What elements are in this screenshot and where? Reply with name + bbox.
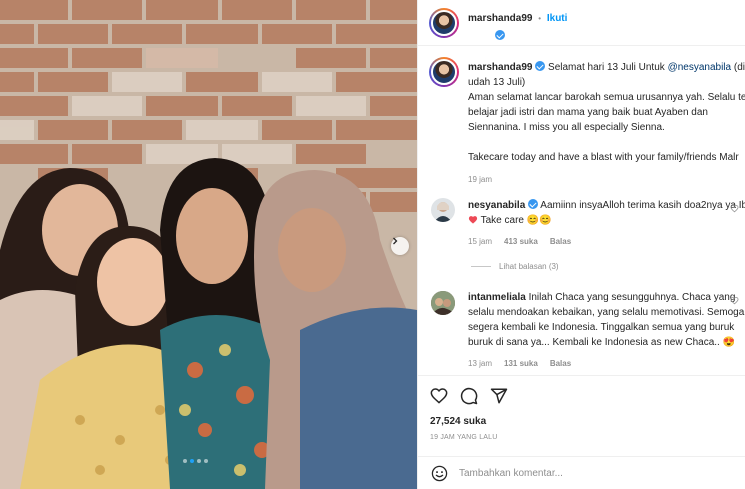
caption-line: udah 13 Juli) [468, 77, 526, 88]
comment-text: buruk di sana ya... Kembali ke Indonesia… [468, 337, 736, 348]
comment-item: intanmeliala Inilah Chaca yang sesungguh… [468, 290, 744, 368]
caption-username[interactable]: marshanda99 [468, 62, 532, 73]
group-photo [0, 0, 417, 489]
verified-badge-icon [528, 199, 539, 209]
reply-button[interactable]: Balas [550, 359, 571, 368]
post-header: marshanda99 • Ikuti [418, 0, 745, 46]
verified-badge-icon [495, 30, 505, 40]
comment-time: 15 jam [468, 237, 493, 246]
comment-likes[interactable]: 413 suka [504, 237, 538, 246]
emoji-icon[interactable] [431, 465, 448, 482]
comment-text: selalu mendoakan kebaikan, yang selalu m… [468, 307, 745, 318]
comment-icon[interactable] [460, 387, 478, 405]
caption-greeting: Selamat hari 13 Juli Untuk [548, 62, 665, 73]
caption-line: belajar jadi istri dan mama yang baik bu… [468, 107, 708, 118]
comment-username[interactable]: nesyanabila [468, 200, 525, 211]
heart-emoji-icon [468, 216, 478, 224]
verified-badge-icon [535, 61, 546, 71]
commenter-avatar[interactable] [431, 291, 455, 315]
post-actions: 27,524 suka 19 JAM YANG LALU [418, 375, 745, 489]
carousel-dot-active [190, 459, 194, 463]
view-replies-label: Lihat balasan (3) [499, 262, 559, 271]
send-icon[interactable] [490, 387, 508, 405]
caption-mention[interactable]: @nesyanabila [668, 62, 732, 73]
like-comment-icon[interactable] [730, 296, 739, 305]
comment-text: Inilah Chaca yang sesungguhnya. Chaca ya… [528, 292, 736, 303]
post-sidebar: marshanda99 • Ikuti marshanda99 Selamat … [417, 0, 745, 489]
comment-text: Take care 😊😊 [480, 215, 552, 226]
caption-line1-tail: (di [733, 62, 745, 73]
carousel-next-button[interactable] [391, 237, 409, 255]
like-comment-icon[interactable] [730, 204, 739, 213]
caption-line: Siennanina. I miss you all especially Si… [468, 122, 665, 133]
carousel-dot [204, 459, 208, 463]
commenter-avatar[interactable] [431, 198, 455, 222]
comment-username[interactable]: intanmeliala [468, 292, 526, 303]
comment-time: 13 jam [468, 359, 493, 368]
comment-input[interactable] [459, 465, 739, 481]
comment-item: nesyanabila Aamiinn insyaAlloh terima ka… [468, 198, 745, 246]
comment-box [418, 456, 745, 489]
comment-text: Aamiinn insyaAlloh terima kasih doa2nya … [540, 200, 745, 211]
reply-button[interactable]: Balas [550, 237, 571, 246]
carousel-indicator [183, 459, 208, 463]
divider-line [471, 266, 491, 267]
caption-line: Takecare today and have a blast with you… [468, 152, 739, 163]
follow-button[interactable]: Ikuti [547, 13, 568, 24]
post-photo[interactable] [0, 0, 417, 489]
chevron-right-icon [393, 237, 398, 245]
carousel-dot [183, 459, 187, 463]
caption-line: Aman selamat lancar barokah semua urusan… [468, 92, 745, 103]
follow-separator: • [538, 14, 542, 23]
comment-text: segera kembali ke Indonesia. Tinggalkan … [468, 322, 735, 333]
author-avatar[interactable] [429, 8, 459, 38]
heart-icon[interactable] [430, 387, 448, 404]
carousel-dot [197, 459, 201, 463]
view-replies-button[interactable]: Lihat balasan (3) [471, 262, 559, 271]
caption-author-avatar[interactable] [429, 57, 459, 87]
comment-likes[interactable]: 131 suka [504, 359, 538, 368]
like-count[interactable]: 27,524 suka [430, 416, 486, 427]
post-timestamp: 19 JAM YANG LALU [430, 434, 498, 441]
caption-time: 19 jam [468, 175, 493, 184]
post-caption: marshanda99 Selamat hari 13 Juli Untuk @… [468, 60, 745, 184]
author-username[interactable]: marshanda99 [468, 13, 532, 24]
